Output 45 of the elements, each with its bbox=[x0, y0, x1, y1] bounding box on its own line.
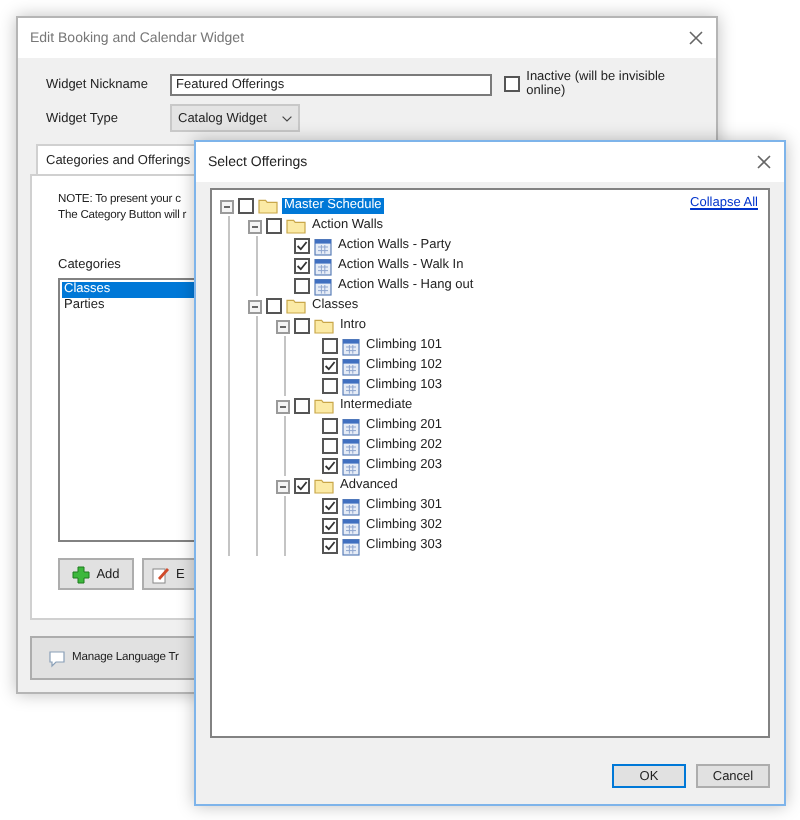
folder-icon bbox=[314, 478, 334, 494]
calendar-icon bbox=[314, 277, 332, 295]
collapse-icon[interactable] bbox=[248, 299, 262, 313]
checkbox[interactable] bbox=[322, 518, 338, 534]
checkbox[interactable] bbox=[294, 398, 310, 414]
collapse-icon[interactable] bbox=[276, 399, 290, 413]
calendar-icon bbox=[342, 537, 360, 555]
checkbox[interactable] bbox=[322, 458, 338, 474]
checkbox[interactable] bbox=[504, 76, 521, 92]
checkbox[interactable] bbox=[294, 258, 310, 274]
calendar-icon bbox=[342, 357, 360, 375]
checkbox[interactable] bbox=[322, 358, 338, 374]
checkbox[interactable] bbox=[322, 498, 338, 514]
calendar-icon bbox=[342, 517, 360, 535]
close-icon[interactable] bbox=[688, 30, 704, 46]
pencil-icon bbox=[152, 565, 170, 583]
checkbox[interactable] bbox=[322, 438, 338, 454]
calendar-icon bbox=[342, 457, 360, 475]
calendar-icon bbox=[342, 417, 360, 435]
checkbox[interactable] bbox=[294, 478, 310, 494]
checkbox[interactable] bbox=[322, 418, 338, 434]
collapse-icon[interactable] bbox=[276, 319, 290, 333]
collapse-icon[interactable] bbox=[220, 199, 234, 213]
calendar-icon bbox=[342, 437, 360, 455]
close-icon[interactable] bbox=[756, 154, 772, 170]
calendar-icon bbox=[314, 237, 332, 255]
checkbox[interactable] bbox=[322, 538, 338, 554]
calendar-icon bbox=[342, 497, 360, 515]
checkbox[interactable] bbox=[294, 278, 310, 294]
checkbox[interactable] bbox=[294, 318, 310, 334]
checkbox[interactable] bbox=[266, 218, 282, 234]
collapse-icon[interactable] bbox=[248, 219, 262, 233]
plus-icon bbox=[72, 565, 91, 583]
checkbox[interactable] bbox=[238, 198, 254, 214]
checkbox[interactable] bbox=[294, 238, 310, 254]
chevron-icon bbox=[282, 115, 292, 121]
calendar-icon bbox=[342, 337, 360, 355]
checkbox[interactable] bbox=[266, 298, 282, 314]
calendar-icon bbox=[342, 377, 360, 395]
speech-bubble-icon bbox=[48, 649, 66, 667]
checkbox[interactable] bbox=[322, 378, 338, 394]
folder-icon bbox=[314, 398, 334, 414]
collapse-icon[interactable] bbox=[276, 479, 290, 493]
checkbox[interactable] bbox=[322, 338, 338, 354]
calendar-icon bbox=[314, 257, 332, 275]
